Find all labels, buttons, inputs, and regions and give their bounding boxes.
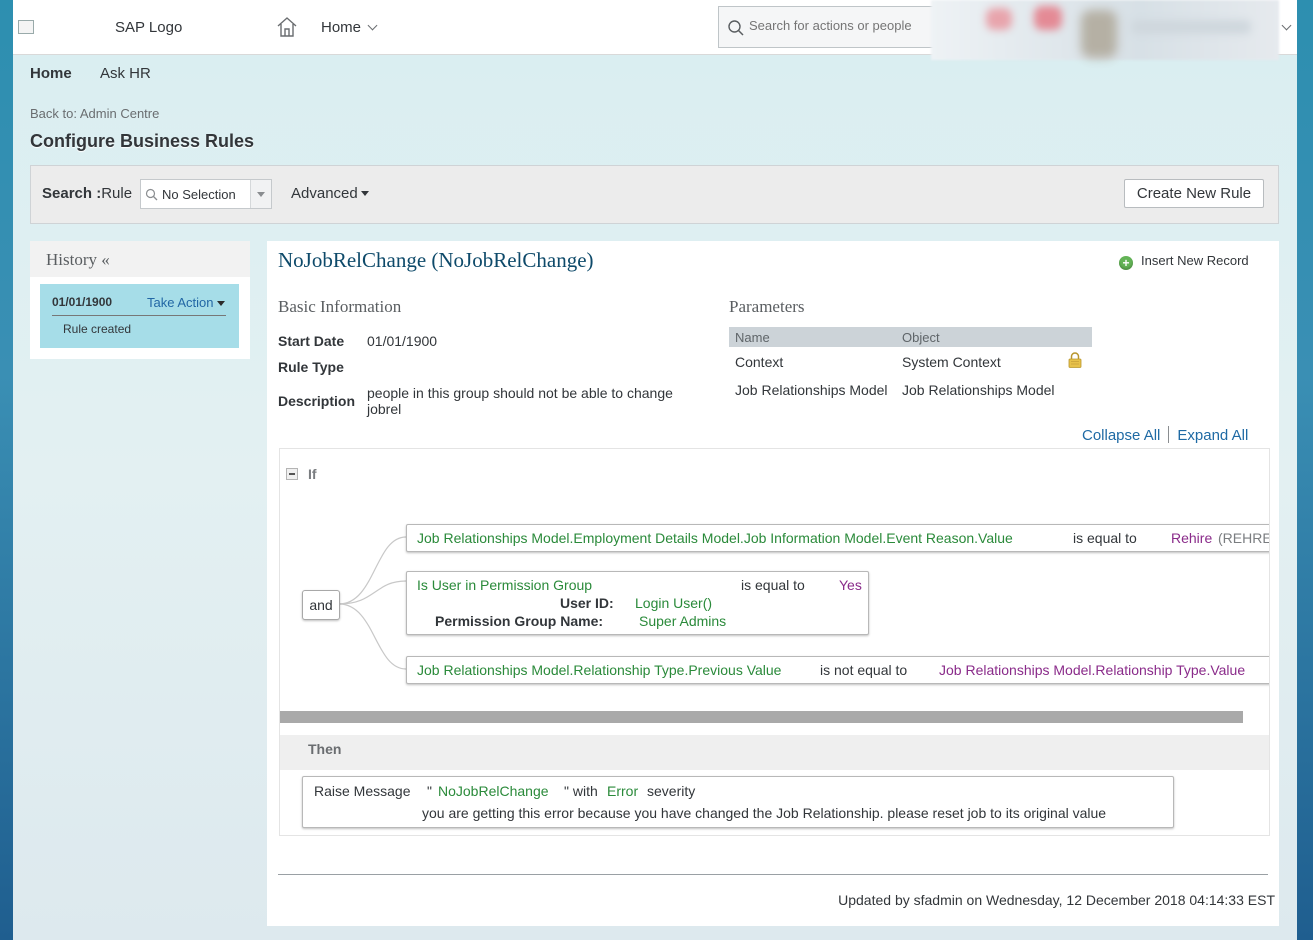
parameters-table: Name Object Context System Context Job R… [729, 327, 1092, 403]
condition-operator[interactable]: is equal to [1073, 530, 1137, 546]
dropdown-arrow-icon[interactable] [250, 180, 271, 208]
basic-information-heading: Basic Information [278, 297, 402, 316]
rule-title: NoJobRelChange (NoJobRelChange) [278, 248, 594, 272]
search-label: Search :Rule [42, 185, 133, 202]
condition-right-code: (REHRE [1218, 530, 1270, 546]
global-search [718, 6, 938, 48]
shell-bar: SAP Logo Home [13, 0, 1297, 60]
table-row: Job Relationships Model Job Relationship… [729, 375, 1092, 403]
insert-new-record-button[interactable]: + Insert New Record [1119, 253, 1249, 270]
history-item[interactable]: 01/01/1900 Take Action Rule created [40, 284, 239, 348]
action-name[interactable]: Raise Message [314, 783, 411, 799]
rule-type-label: Rule Type [278, 359, 344, 375]
search-input[interactable] [747, 17, 936, 34]
param-object: System Context [902, 354, 1001, 370]
start-date-label: Start Date [278, 333, 345, 349]
blurred-user-name [1131, 20, 1251, 34]
param-name: Job Relationships Model [735, 382, 888, 398]
condition-left-operand[interactable]: Job Relationships Model.Employment Detai… [417, 530, 1013, 546]
create-new-rule-button[interactable]: Create New Rule [1124, 179, 1264, 208]
history-date: 01/01/1900 [52, 295, 113, 309]
quote-close: " with [564, 783, 598, 799]
rule-detail-panel: NoJobRelChange (NoJobRelChange) + Insert … [267, 241, 1279, 926]
plus-icon: + [1119, 256, 1133, 270]
condition-3[interactable]: Job Relationships Model.Relationship Typ… [406, 656, 1269, 684]
search-icon [145, 188, 158, 204]
caret-down-icon [360, 191, 369, 196]
blurred-icon [1034, 6, 1062, 30]
rule-select-value: No Selection [162, 187, 236, 202]
condition-operator[interactable]: is equal to [741, 577, 805, 593]
search-icon[interactable] [727, 19, 745, 40]
caret-down-icon [216, 301, 225, 306]
param-name: Context [735, 354, 784, 370]
blurred-avatar [1081, 10, 1117, 58]
home-menu[interactable]: Home [321, 19, 378, 36]
rule-editor: If and Job Relationships Model.Employmen… [279, 448, 1270, 836]
description-label: Description [278, 393, 356, 409]
severity-suffix: severity [647, 783, 696, 799]
chevron-down-icon [367, 20, 378, 31]
collapse-all-link[interactable]: Collapse All [1082, 427, 1160, 444]
home-icon[interactable] [276, 16, 298, 38]
user-id-value[interactable]: Login User() [635, 595, 712, 611]
connector-lines [338, 536, 407, 670]
start-date-value: 01/01/1900 [367, 333, 438, 349]
message-key[interactable]: NoJobRelChange [438, 783, 549, 799]
permission-group-value[interactable]: Super Admins [639, 613, 726, 629]
description-value: people in this group should not be able … [367, 385, 673, 417]
message-text: you are getting this error because you h… [422, 805, 1107, 821]
home-menu-label: Home [321, 19, 362, 36]
history-description: Rule created [63, 322, 132, 336]
collapse-expand-links: Collapse All Expand All [1082, 426, 1248, 444]
then-label: Then [308, 741, 342, 757]
condition-operator[interactable]: is not equal to [820, 662, 907, 678]
divider [52, 315, 226, 316]
condition-left-operand[interactable]: Is User in Permission Group [417, 577, 592, 593]
then-header [280, 735, 1269, 770]
advanced-search-toggle[interactable]: Advanced [291, 185, 369, 202]
param-object: Job Relationships Model [902, 382, 1055, 398]
parameters-heading: Parameters [729, 297, 805, 316]
permission-group-label: Permission Group Name: [435, 613, 604, 629]
severity-value[interactable]: Error [607, 783, 638, 799]
table-header: Name Object [729, 327, 1092, 347]
broken-image-icon [18, 20, 36, 36]
condition-left-operand[interactable]: Job Relationships Model.Relationship Typ… [417, 662, 781, 678]
rule-search-bar: Search :Rule No Selection Advanced Creat… [30, 165, 1279, 224]
and-operator[interactable]: and [302, 590, 340, 620]
condition-1[interactable]: Job Relationships Model.Employment Detai… [406, 524, 1270, 552]
rule-select[interactable]: No Selection [140, 179, 272, 209]
divider [1168, 426, 1170, 443]
condition-2[interactable]: Is User in Permission Group is equal to … [406, 571, 869, 635]
page-title: Configure Business Rules [30, 131, 255, 151]
lock-icon [1068, 352, 1082, 368]
back-link[interactable]: Back to: Admin Centre [30, 106, 159, 121]
nav-home[interactable]: Home [30, 65, 72, 82]
history-collapse-toggle[interactable]: History « [46, 250, 110, 270]
page: SAP Logo Home Home Ask HR Back to: Admin… [13, 0, 1297, 940]
user-menu-chevron-icon[interactable] [1281, 20, 1292, 31]
divider [278, 874, 1268, 875]
condition-right-operand[interactable]: Rehire [1171, 530, 1212, 546]
condition-right-operand[interactable]: Yes [839, 577, 862, 593]
column-header: Object [902, 330, 940, 345]
quote-open: " [427, 783, 432, 799]
history-panel: History « 01/01/1900 Take Action Rule cr… [30, 241, 250, 359]
user-id-label: User ID: [560, 595, 614, 611]
blurred-icon [986, 8, 1012, 30]
table-row: Context System Context [729, 347, 1092, 375]
blurred-user-area [931, 0, 1279, 60]
expand-all-link[interactable]: Expand All [1177, 427, 1248, 444]
column-header: Name [735, 330, 770, 345]
take-action-menu[interactable]: Take Action [147, 295, 225, 310]
horizontal-scrollbar[interactable] [280, 711, 1243, 723]
updated-by-text: Updated by sfadmin on Wednesday, 12 Dece… [838, 892, 1275, 908]
company-logo-alt[interactable]: SAP Logo [115, 19, 182, 36]
nav-ask-hr[interactable]: Ask HR [100, 65, 151, 82]
history-header: History « [30, 241, 250, 277]
condition-right-operand[interactable]: Job Relationships Model.Relationship Typ… [939, 662, 1245, 678]
raise-message-action[interactable]: Raise Message " NoJobRelChange " with Er… [302, 776, 1174, 828]
